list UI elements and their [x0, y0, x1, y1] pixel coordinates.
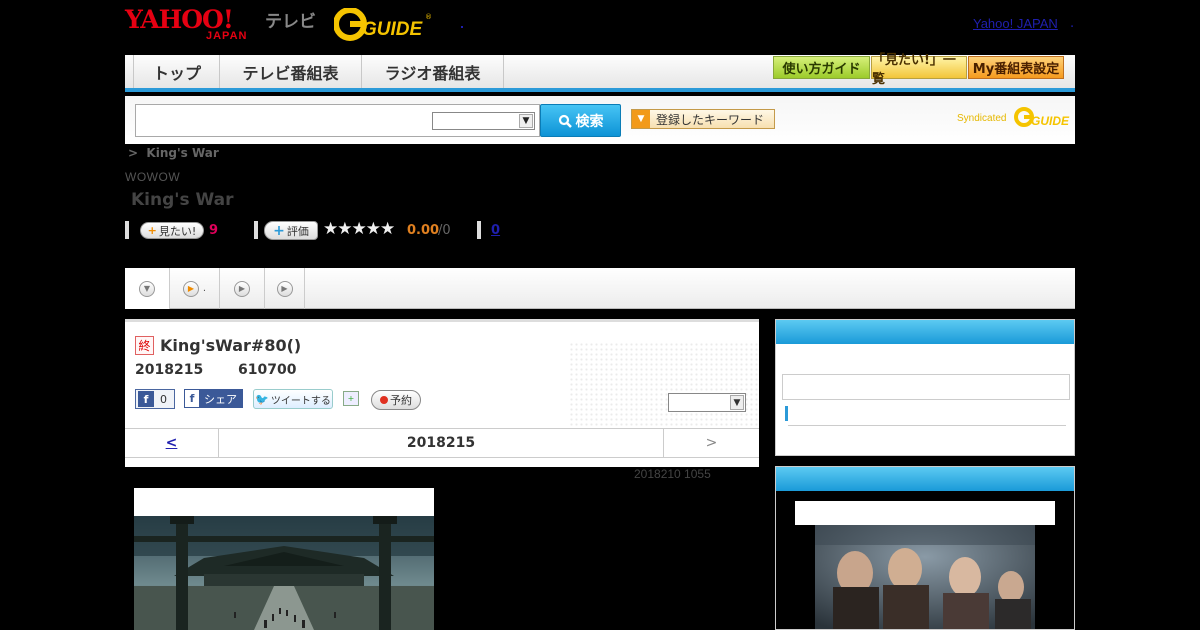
facebook-share-button[interactable]: f シェア — [184, 389, 243, 408]
nav-tab-top[interactable]: トップ — [135, 55, 220, 88]
sidebar-input-box[interactable] — [782, 374, 1070, 400]
facebook-icon: f — [138, 391, 154, 407]
yahoo-japan-link[interactable]: Yahoo! JAPAN — [973, 16, 1058, 31]
sidebar-panel-header — [776, 320, 1074, 344]
nav-tab-tv-schedule[interactable]: テレビ番組表 — [220, 55, 362, 88]
calendar-add-icon[interactable]: + — [343, 391, 359, 406]
facebook-like-count: 0 — [160, 392, 167, 406]
search-icon — [558, 114, 572, 128]
program-image — [134, 488, 434, 630]
syndicated-label: Syndicated — [957, 113, 1007, 124]
rate-label: 評価 — [286, 224, 309, 238]
tweet-button[interactable]: 🐦 ツイートする — [253, 389, 333, 409]
comment-count-link[interactable]: 0 — [491, 223, 500, 238]
tv-logo-text[interactable]: テレビ — [265, 7, 316, 32]
stat-divider — [125, 221, 129, 239]
facebook-share-label: シェア — [204, 392, 237, 406]
facebook-like-button[interactable]: f 0 — [135, 389, 175, 409]
plus-icon: + — [273, 222, 285, 239]
final-episode-badge: 終 — [135, 336, 154, 355]
play-icon: ▶ — [234, 280, 250, 297]
tweet-label: ツイートする — [270, 395, 331, 407]
svg-text:GUIDE: GUIDE — [362, 19, 424, 40]
chevron-down-icon: ▼ — [519, 114, 533, 128]
header-dot — [461, 26, 463, 28]
record-dot-icon — [380, 396, 388, 404]
rating-count: /0 — [438, 223, 451, 238]
stat-divider — [477, 221, 481, 239]
dropdown-triangle-icon: ▼ — [632, 110, 650, 128]
reserve-label: 予約 — [390, 394, 412, 407]
last-updated: 2018210 1055 — [634, 467, 711, 481]
play-icon: ▶ — [276, 280, 293, 297]
twitter-bird-icon: 🐦 — [255, 392, 269, 406]
facebook-icon: f — [184, 389, 200, 408]
pager-current-date: 2018215 — [406, 435, 476, 451]
want-count: 9 — [209, 223, 219, 238]
tab-fourth[interactable]: ▶ — [265, 268, 305, 309]
rate-button[interactable]: + 評価 — [264, 221, 318, 240]
breadcrumb: > King's War — [128, 146, 219, 160]
registered-keyword-label: 登録したキーワード — [656, 112, 765, 127]
episode-date: 2018215 — [135, 362, 204, 378]
episode-pager: < 2018215 > — [125, 428, 759, 458]
want-to-watch-label: 見たい! — [158, 224, 197, 238]
episode-time: 610700 — [238, 362, 297, 378]
global-nav: トップ テレビ番組表 ラジオ番組表 使い方ガイド 「見たい!」一覧 My番組表設… — [125, 53, 1075, 92]
breadcrumb-current: King's War — [146, 146, 219, 160]
channel-name: WOWOW — [125, 170, 181, 184]
episode-panel: 終 King'sWar#80() 2018215 610700 f 0 f シェ… — [125, 319, 759, 467]
want-list-button[interactable]: 「見たい!」一覧 — [871, 53, 967, 87]
plus-icon: + — [147, 224, 157, 237]
dot-pattern-decoration — [569, 342, 759, 432]
tab-third[interactable]: ▶ — [220, 268, 265, 309]
chevron-down-icon: ▼ — [730, 395, 744, 410]
rating-score: 0.00 — [407, 223, 440, 238]
yahoo-japan-logo[interactable]: YAHOO! JAPAN — [125, 6, 262, 43]
search-button[interactable]: 検索 — [540, 104, 621, 137]
sidebar-item-marker — [785, 406, 788, 421]
divider — [788, 425, 1066, 426]
stat-divider — [254, 221, 258, 239]
program-title: King's War — [131, 190, 234, 210]
program-tabs: ▼ ▶ . ▶ ▶ — [125, 268, 1075, 309]
registered-keyword-button[interactable]: ▼ 登録したキーワード — [631, 109, 775, 129]
usage-guide-button[interactable]: 使い方ガイド — [773, 56, 870, 79]
pager-prev-link[interactable]: < — [125, 429, 219, 457]
play-icon: ▶ — [182, 280, 199, 297]
reserve-button[interactable]: 予約 — [371, 390, 421, 410]
sidebar-panel — [775, 319, 1075, 456]
header-link-separator: . — [1070, 16, 1075, 31]
svg-text:GUIDE: GUIDE — [1031, 114, 1070, 128]
tab-secondary-label: . — [202, 283, 207, 294]
sidebar-promo-header — [776, 467, 1074, 491]
nav-tab-radio-schedule[interactable]: ラジオ番組表 — [362, 55, 504, 88]
svg-text:®: ® — [425, 13, 432, 21]
want-to-watch-button[interactable]: + 見たい! — [140, 222, 204, 239]
tab-broadcast[interactable]: ▼ — [125, 268, 170, 309]
search-bar: ▼ 検索 ▼ 登録したキーワード Syndicated GUIDE — [125, 96, 1075, 144]
episode-title: King'sWar#80() — [160, 336, 302, 355]
my-schedule-settings-button[interactable]: My番組表設定 — [968, 56, 1064, 79]
sidebar-promo — [775, 466, 1075, 630]
promo-banner[interactable] — [795, 501, 1055, 525]
breadcrumb-separator: > — [128, 146, 139, 160]
episode-action-select[interactable]: ▼ — [668, 393, 746, 412]
japan-logo-text: JAPAN — [206, 30, 248, 42]
syndicated-gguide-logo: Syndicated GUIDE — [957, 106, 1070, 128]
search-category-select[interactable]: ▼ — [432, 112, 535, 130]
pager-next-link[interactable]: > — [663, 429, 759, 457]
chevron-down-icon: ▼ — [139, 280, 155, 297]
tab-secondary[interactable]: ▶ . — [170, 268, 220, 309]
search-button-label: 検索 — [575, 113, 604, 130]
promo-poster-image[interactable] — [815, 525, 1035, 629]
nav-edge — [125, 55, 134, 88]
rating-stars: ★★★★★ — [323, 219, 395, 239]
gguide-logo[interactable]: GUIDE ® — [333, 7, 434, 41]
